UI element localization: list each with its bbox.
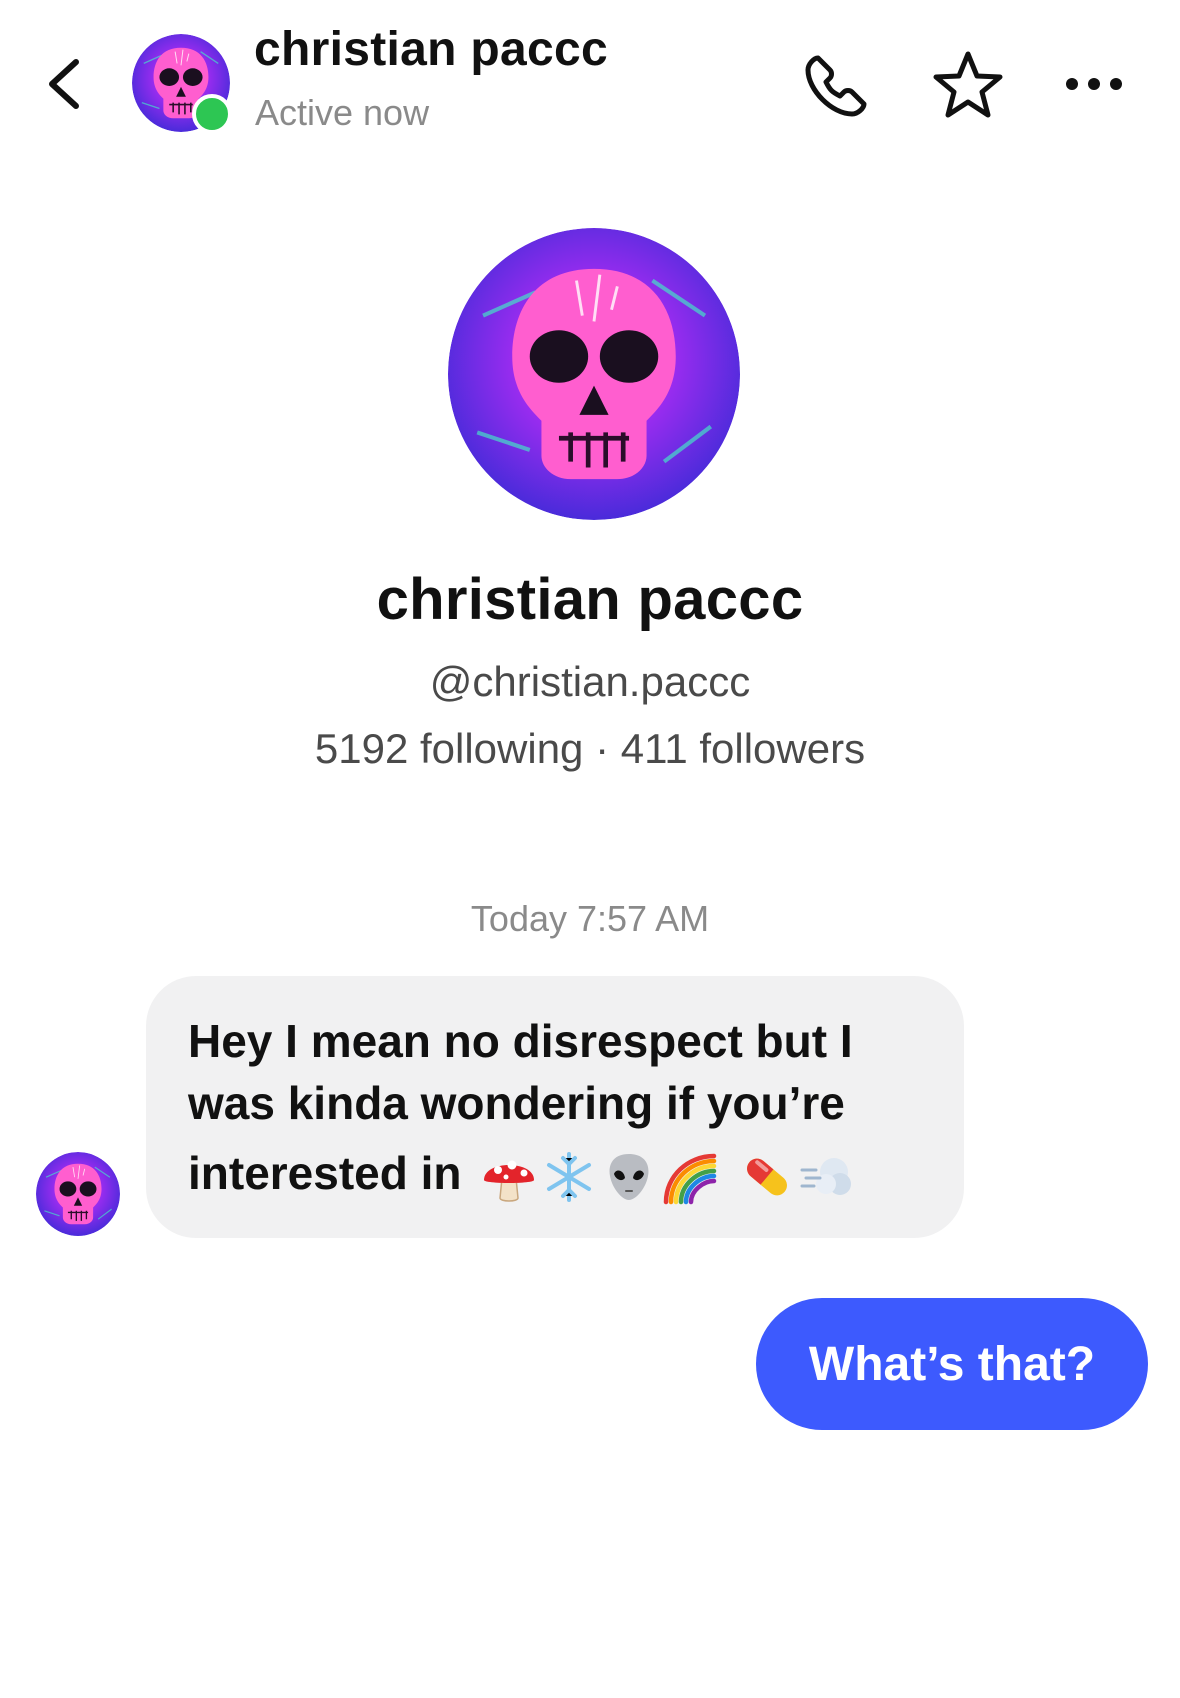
star-icon xyxy=(928,46,1008,126)
favorite-button[interactable] xyxy=(928,46,1008,126)
message-line: Hey I mean no disrespect but I xyxy=(188,1015,853,1067)
emoji-row xyxy=(480,1148,858,1206)
online-status-dot xyxy=(192,94,232,134)
more-options-button[interactable] xyxy=(1058,56,1138,116)
header-contact-name[interactable]: christian paccc xyxy=(254,22,608,77)
message-timestamp: Today 7:57 AM xyxy=(470,898,710,939)
back-button[interactable] xyxy=(36,48,96,120)
header-active-status: Active now xyxy=(255,92,430,133)
message-line: was kinda wondering if you’re xyxy=(188,1077,845,1129)
alien-emoji xyxy=(600,1148,658,1206)
sender-avatar[interactable] xyxy=(36,1152,120,1236)
profile-avatar[interactable] xyxy=(448,228,740,520)
rainbow-emoji xyxy=(660,1148,718,1206)
phone-icon xyxy=(796,46,876,126)
profile-handle: @christian.paccc xyxy=(429,658,751,705)
incoming-message-bubble[interactable]: Hey I mean no disrespect but I was kinda… xyxy=(146,976,964,1238)
snowflake-emoji xyxy=(540,1148,598,1206)
profile-stats: 5192 following · 411 followers xyxy=(314,725,866,772)
more-icon xyxy=(1058,56,1138,116)
outgoing-message-text: What’s that? xyxy=(808,1337,1096,1391)
pill-emoji xyxy=(738,1148,796,1206)
message-line: interested in xyxy=(188,1147,462,1199)
dash-emoji xyxy=(798,1148,856,1206)
mushroom-emoji xyxy=(480,1148,538,1206)
call-button[interactable] xyxy=(796,46,876,126)
incoming-message-text: Hey I mean no disrespect but I was kinda… xyxy=(188,1010,924,1206)
outgoing-message-bubble[interactable]: What’s that? xyxy=(756,1298,1148,1430)
back-icon xyxy=(36,48,96,120)
profile-name[interactable]: christian paccc xyxy=(0,566,1180,633)
